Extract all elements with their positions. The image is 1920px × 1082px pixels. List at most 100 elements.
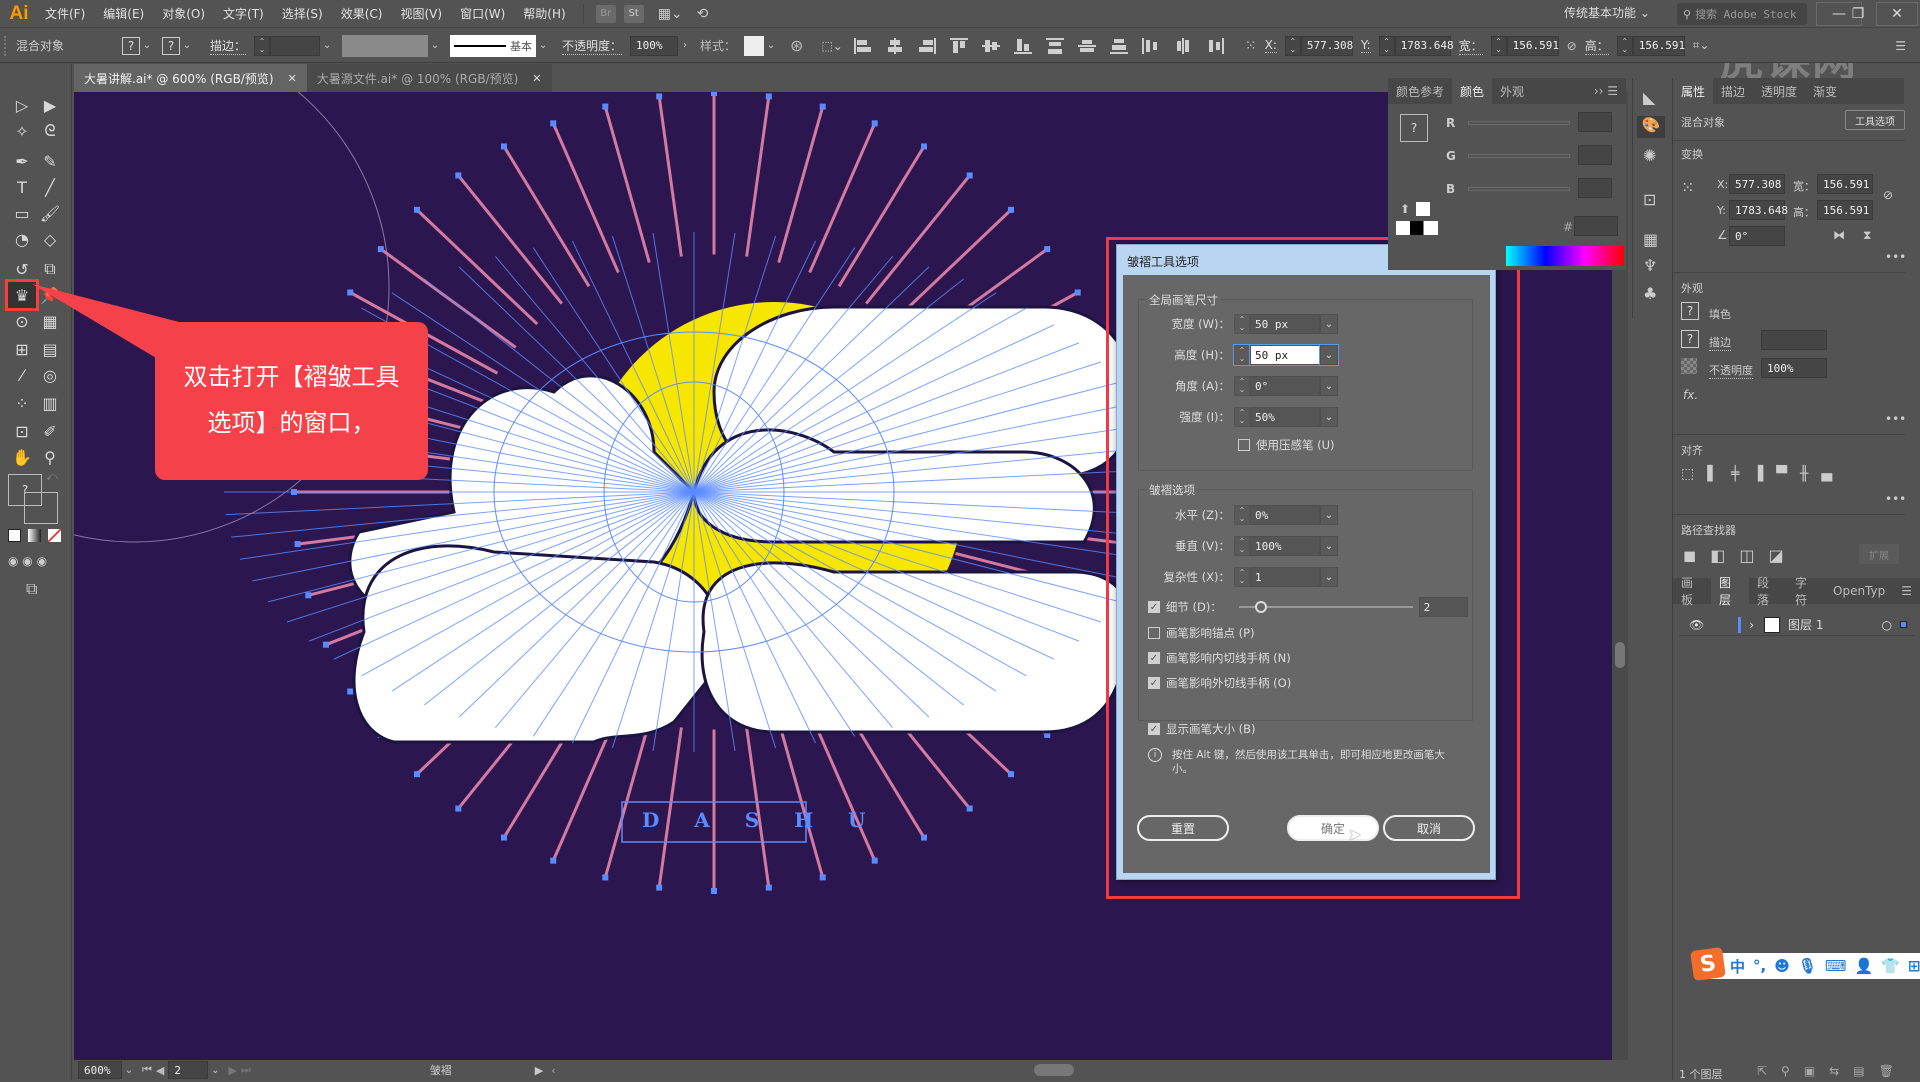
keyboard-icon[interactable]: ⌨	[1825, 957, 1847, 975]
tab-artboards[interactable]: 画板	[1673, 576, 1711, 607]
intensity-input[interactable]: 50%	[1250, 407, 1320, 427]
y-input[interactable]: 1783.648	[1729, 200, 1788, 220]
recolor-artwork-icon[interactable]: ⊛	[790, 36, 803, 55]
checkbox-box[interactable]: ✓	[1148, 652, 1160, 664]
align-bottom-icon[interactable]	[1011, 38, 1035, 54]
artboard-number-field[interactable]: 2	[168, 1061, 209, 1079]
menu-file[interactable]: 文件(F)	[36, 5, 94, 22]
out-of-gamut-icon[interactable]: ⬆	[1400, 202, 1410, 216]
intensity-dropdown[interactable]: ⌄	[1320, 407, 1338, 427]
menu-view[interactable]: 视图(V)	[391, 5, 451, 22]
paintbrush-tool[interactable]: 🖌	[36, 200, 64, 226]
fx-button[interactable]: fx.	[1683, 388, 1698, 402]
use-pressure-pen-checkbox[interactable]: 使用压感笔 (U)	[1238, 437, 1335, 453]
swap-colors-icon[interactable]: ⤺	[46, 470, 58, 484]
quick-swatches[interactable]	[1396, 221, 1438, 235]
fill-swatch[interactable]: ? ⌄	[122, 36, 154, 55]
close-tab-icon[interactable]: ✕	[532, 72, 541, 85]
detail-checkbox[interactable]: ✓	[1148, 601, 1160, 613]
layer-name[interactable]: 图层 1	[1788, 616, 1823, 633]
symbols-panel-icon[interactable]: ✺	[1643, 146, 1656, 165]
scroll-thumb[interactable]	[1615, 642, 1625, 668]
b-slider[interactable]	[1468, 187, 1570, 191]
rotation-input[interactable]: 0°	[1729, 226, 1785, 246]
menu-effect[interactable]: 效果(C)	[332, 5, 392, 22]
complexity-input[interactable]: 1	[1250, 567, 1320, 587]
stock-button[interactable]: St	[623, 4, 644, 23]
angle-dropdown[interactable]: ⌄	[1320, 376, 1338, 396]
stroke-swatch[interactable]: ?	[1681, 330, 1699, 348]
lasso-tool[interactable]: ᘓ	[36, 118, 64, 144]
color-spectrum[interactable]	[1506, 246, 1624, 266]
tab-properties[interactable]: 属性	[1673, 78, 1714, 104]
distribute-bottom-icon[interactable]	[1107, 38, 1131, 54]
distribute-right-icon[interactable]	[1203, 37, 1227, 54]
layer-row[interactable]: 👁 › 图层 1 ○	[1679, 614, 1915, 636]
fill-swatch[interactable]: ?	[1681, 302, 1699, 320]
emoji-icon[interactable]: ☻	[1774, 957, 1790, 975]
horizontal-dropdown[interactable]: ⌄	[1320, 505, 1338, 525]
reset-button[interactable]: 重置	[1137, 815, 1229, 841]
panel-menu-icon[interactable]: ☰	[1895, 39, 1906, 53]
horizontal-stepper[interactable]: ⌃ ⌄	[1234, 505, 1250, 525]
y-field[interactable]: ⌃ ⌄ 1783.648	[1378, 35, 1454, 56]
stroke-weight-value[interactable]	[270, 35, 321, 56]
menu-help[interactable]: 帮助(H)	[514, 5, 574, 22]
flip-horizontal-icon[interactable]: ⧓	[1833, 228, 1845, 242]
vertical-input[interactable]: 100%	[1250, 536, 1320, 556]
height-stepper[interactable]: ⌃ ⌄	[1233, 344, 1251, 366]
swatches-panel-icon[interactable]: ▦	[1643, 230, 1658, 249]
next-artboard-icon[interactable]: ▶	[228, 1064, 236, 1077]
opacity-label[interactable]: 不透明度：	[562, 37, 623, 55]
stepper-icon[interactable]: ⌃ ⌄	[1378, 35, 1395, 56]
close-tab-icon[interactable]: ✕	[288, 72, 297, 85]
stroke-weight-field[interactable]: ⌃ ⌄ ⌄	[254, 35, 334, 56]
cancel-button[interactable]: 取消	[1383, 815, 1475, 841]
stepper-icon[interactable]: ⌃ ⌄	[254, 35, 271, 56]
brush-affects-in-tangent-checkbox[interactable]: ✓ 画笔影响内切线手柄 (N)	[1148, 650, 1291, 666]
distribute-top-icon[interactable]	[1043, 37, 1067, 54]
stroke-swatch[interactable]: ? ⌄	[162, 36, 194, 55]
tab-color-guide[interactable]: 颜色参考	[1388, 78, 1453, 104]
tab-appearance[interactable]: 外观	[1492, 78, 1533, 104]
opacity-label[interactable]: 不透明度	[1709, 362, 1753, 379]
brush-affects-out-tangent-checkbox[interactable]: ✓ 画笔影响外切线手柄 (O)	[1148, 675, 1291, 691]
gradient-panel-icon[interactable]: ◣	[1643, 88, 1655, 107]
first-artboard-icon[interactable]: ⏮	[142, 1063, 152, 1077]
align-hcenter-icon[interactable]	[883, 37, 907, 54]
selection-tool[interactable]: ▷	[8, 92, 36, 118]
restore-button[interactable]: ❐	[1840, 2, 1876, 26]
r-slider[interactable]	[1468, 121, 1570, 125]
angle-stepper[interactable]: ⌃ ⌄	[1234, 376, 1250, 396]
prev-artboard-icon[interactable]: ◀	[156, 1064, 164, 1077]
none-mode-icon[interactable]	[48, 529, 61, 542]
opacity-value[interactable]: 100%	[630, 35, 679, 56]
chevron-down-icon[interactable]: ⌄	[208, 1065, 222, 1076]
h-field[interactable]: ⌃ ⌄ 156.591	[1616, 35, 1685, 56]
brushes-panel-icon[interactable]: ♆	[1643, 256, 1657, 275]
menu-object[interactable]: 对象(O)	[153, 5, 214, 22]
pathfinder-buttons[interactable]: ◼◧◫◪	[1683, 546, 1798, 565]
tab-dashu-source[interactable]: 大暑源文件.ai* @ 100% (RGB/预览) ✕	[306, 64, 552, 92]
transform-options-icon[interactable]: ⌗⌄	[1693, 38, 1710, 53]
gpu-performance-icon[interactable]: ⟲	[697, 6, 709, 22]
close-button[interactable]: ✕	[1876, 2, 1918, 26]
more-options-icon[interactable]: •••	[1885, 492, 1906, 506]
tab-stroke[interactable]: 描边	[1713, 78, 1754, 104]
panel-menu-icon[interactable]: ☰	[1893, 578, 1920, 604]
constrain-proportions-icon[interactable]: ⊘	[1883, 188, 1893, 202]
width-dropdown[interactable]: ⌄	[1320, 314, 1338, 334]
pen-tool[interactable]: ✒	[8, 148, 36, 174]
flip-vertical-icon[interactable]: ⧗	[1863, 228, 1871, 243]
zoom-tool[interactable]: ⚲	[36, 444, 64, 470]
rectangle-tool[interactable]: ▭	[8, 200, 36, 226]
x-input[interactable]: 577.308	[1729, 174, 1785, 194]
vertical-stepper[interactable]: ⌃ ⌄	[1234, 536, 1250, 556]
align-vcenter-icon[interactable]	[979, 38, 1003, 54]
line-tool[interactable]: ╱	[36, 174, 64, 200]
status-menu-icon[interactable]: ▶	[535, 1064, 543, 1077]
symbol-panel-icon[interactable]: ♣	[1643, 284, 1657, 303]
x-value[interactable]: 577.308	[1300, 35, 1353, 56]
vertical-dropdown[interactable]: ⌄	[1320, 536, 1338, 556]
chevron-down-icon[interactable]: ⌄	[122, 1065, 136, 1076]
